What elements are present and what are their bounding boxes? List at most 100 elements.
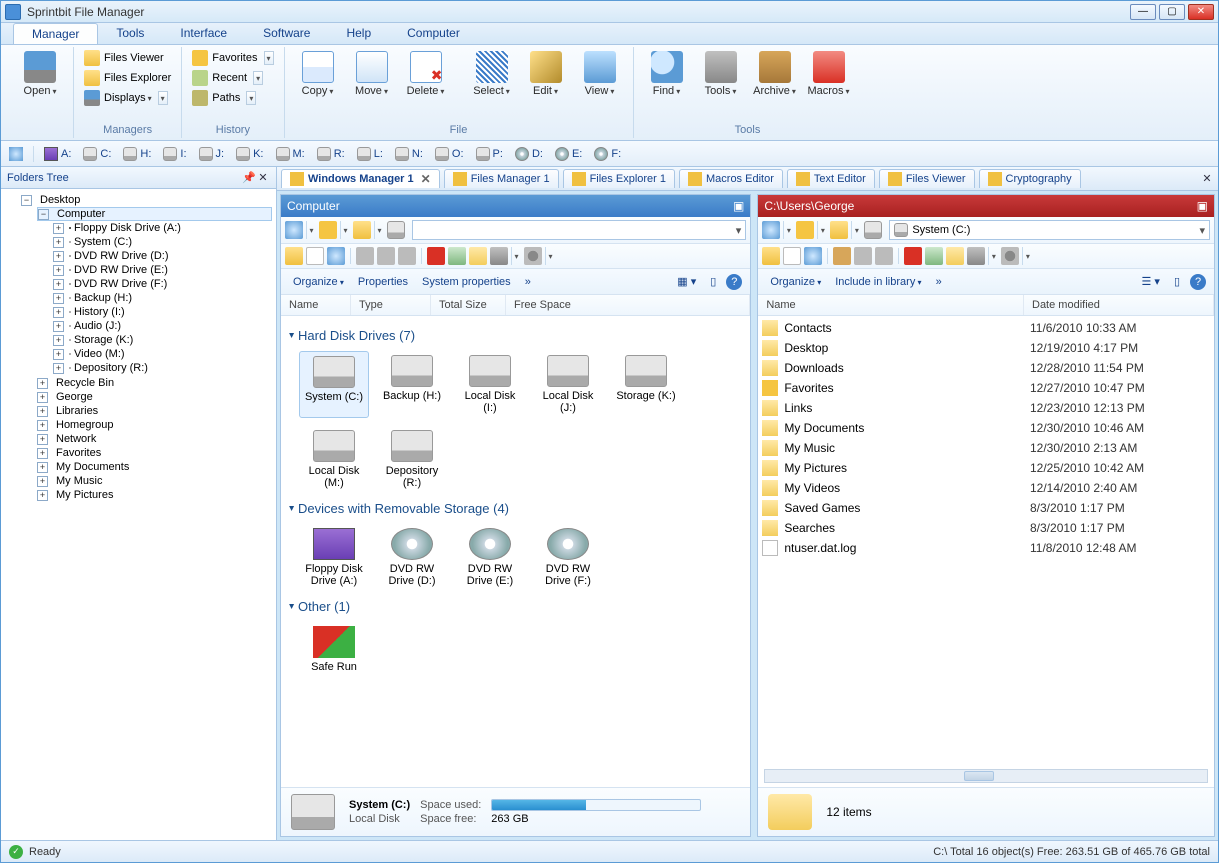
maximize-button[interactable]: ▢ xyxy=(1159,4,1185,20)
drive-strip-item[interactable]: H: xyxy=(121,145,153,163)
paste-icon[interactable] xyxy=(875,247,893,265)
drive-item[interactable]: Local Disk (M:) xyxy=(299,426,369,493)
find-button[interactable]: Find xyxy=(642,49,692,100)
dropdown-icon[interactable]: ▾ xyxy=(511,247,521,265)
view-button[interactable]: View xyxy=(575,49,625,100)
minimize-button[interactable]: — xyxy=(1130,4,1156,20)
tree-node-desktop[interactable]: −Desktop xyxy=(21,194,272,206)
more-button[interactable]: » xyxy=(932,274,946,290)
list-item[interactable]: My Music12/30/2010 2:13 AM xyxy=(758,438,1214,458)
drive-strip-item[interactable]: L: xyxy=(355,145,385,163)
paste-icon[interactable] xyxy=(398,247,416,265)
delete-button[interactable]: Delete xyxy=(401,49,451,100)
favorite-icon[interactable] xyxy=(319,221,337,239)
menu-tab-help[interactable]: Help xyxy=(328,23,389,44)
address-combo[interactable]: System (C:) xyxy=(889,220,1210,240)
right-pane-body[interactable]: Contacts11/6/2010 10:33 AMDesktop12/19/2… xyxy=(758,316,1214,769)
list-item[interactable]: Desktop12/19/2010 4:17 PM xyxy=(758,338,1214,358)
wrench-icon[interactable] xyxy=(967,247,985,265)
col-date[interactable]: Date modified xyxy=(1024,295,1214,315)
drive-item[interactable]: Depository (R:) xyxy=(377,426,447,493)
pane-options-icon[interactable]: ▣ xyxy=(733,199,744,213)
drive-icon[interactable] xyxy=(864,221,882,239)
list-item[interactable]: Contacts11/6/2010 10:33 AM xyxy=(758,318,1214,338)
tree-node[interactable]: +Homegroup xyxy=(37,419,272,431)
col-name[interactable]: Name xyxy=(758,295,1024,315)
tree-node[interactable]: +DVD RW Drive (D:) xyxy=(53,250,272,262)
delete-icon[interactable] xyxy=(904,247,922,265)
gear-icon[interactable] xyxy=(524,247,542,265)
tree-node[interactable]: +George xyxy=(37,391,272,403)
wrench-icon[interactable] xyxy=(490,247,508,265)
gear-icon[interactable] xyxy=(1001,247,1019,265)
drive-item[interactable]: DVD RW Drive (F:) xyxy=(533,524,603,591)
tree-node[interactable]: +My Pictures xyxy=(37,489,272,501)
macros-button[interactable]: Macros xyxy=(804,49,854,100)
drive-item[interactable]: Local Disk (I:) xyxy=(455,351,525,418)
recycle-icon[interactable] xyxy=(925,247,943,265)
doc-tab[interactable]: Files Manager 1 xyxy=(444,169,559,188)
cut-icon[interactable] xyxy=(833,247,851,265)
folder-action-icon[interactable] xyxy=(469,247,487,265)
new-file-icon[interactable] xyxy=(306,247,324,265)
copy-icon[interactable] xyxy=(854,247,872,265)
tree-node-computer[interactable]: −Computer xyxy=(37,207,272,221)
drive-item[interactable]: Storage (K:) xyxy=(611,351,681,418)
dropdown-icon[interactable]: ▾ xyxy=(158,91,168,105)
drive-strip-item[interactable]: O: xyxy=(433,145,466,163)
new-folder-icon[interactable] xyxy=(762,247,780,265)
drive-item[interactable]: Floppy Disk Drive (A:) xyxy=(299,524,369,591)
files-explorer-button[interactable]: Files Explorer xyxy=(82,69,173,87)
dropdown-icon[interactable]: ▾ xyxy=(783,221,793,239)
menu-tab-computer[interactable]: Computer xyxy=(389,23,478,44)
col-name[interactable]: Name xyxy=(281,295,351,315)
system-properties-button[interactable]: System properties xyxy=(418,274,515,290)
pin-button[interactable]: 📌 xyxy=(242,171,256,184)
drive-strip-item[interactable]: P: xyxy=(474,145,505,163)
drive-item[interactable]: System (C:) xyxy=(299,351,369,418)
tree-node[interactable]: +DVD RW Drive (F:) xyxy=(53,278,272,290)
preview-pane-button[interactable]: ▯ xyxy=(1170,273,1184,290)
col-type[interactable]: Type xyxy=(351,295,431,315)
tree-node[interactable]: +My Documents xyxy=(37,461,272,473)
tree-node[interactable]: +History (I:) xyxy=(53,306,272,318)
archive-button[interactable]: Archive xyxy=(750,49,800,100)
preview-pane-button[interactable]: ▯ xyxy=(706,273,720,290)
dropdown-icon[interactable]: ▾ xyxy=(851,221,861,239)
list-item[interactable]: My Pictures12/25/2010 10:42 AM xyxy=(758,458,1214,478)
drive-strip-item[interactable]: I: xyxy=(161,145,188,163)
list-item[interactable]: Searches8/3/2010 1:17 PM xyxy=(758,518,1214,538)
close-panel-button[interactable]: ✕ xyxy=(256,171,270,184)
tree-node[interactable]: +Video (M:) xyxy=(53,348,272,360)
tree-node[interactable]: +DVD RW Drive (E:) xyxy=(53,264,272,276)
scrollbar-horizontal[interactable] xyxy=(764,769,1208,783)
drive-strip-item[interactable]: K: xyxy=(234,145,265,163)
tree-node[interactable]: +Floppy Disk Drive (A:) xyxy=(53,222,272,234)
dropdown-icon[interactable]: ▾ xyxy=(306,221,316,239)
drive-strip-item[interactable]: C: xyxy=(81,145,113,163)
doc-tab[interactable]: Macros Editor xyxy=(679,169,783,188)
folders-tree[interactable]: −Desktop −Computer +Floppy Disk Drive (A… xyxy=(1,189,276,840)
drive-strip-item[interactable]: A: xyxy=(42,145,73,163)
close-tab-icon[interactable]: ✕ xyxy=(421,172,431,186)
files-viewer-button[interactable]: Files Viewer xyxy=(82,49,173,67)
recycle-icon[interactable] xyxy=(448,247,466,265)
tree-node[interactable]: +Storage (K:) xyxy=(53,334,272,346)
doc-tab[interactable]: Files Viewer xyxy=(879,169,975,188)
favorite-icon[interactable] xyxy=(796,221,814,239)
list-item[interactable]: ntuser.dat.log11/8/2010 12:48 AM xyxy=(758,538,1214,558)
drive-item[interactable]: Safe Run xyxy=(299,622,369,677)
paths-button[interactable]: Paths▾ xyxy=(190,89,275,107)
doc-tab[interactable]: Cryptography xyxy=(979,169,1081,188)
refresh-button[interactable] xyxy=(7,145,25,163)
organize-button[interactable]: Organize xyxy=(289,274,348,290)
displays-button[interactable]: Displays▾ xyxy=(82,89,173,107)
col-total[interactable]: Total Size xyxy=(431,295,506,315)
scrollbar-thumb[interactable] xyxy=(964,771,994,781)
tree-node[interactable]: +My Music xyxy=(37,475,272,487)
menu-tab-interface[interactable]: Interface xyxy=(162,23,245,44)
drive-strip-item[interactable]: R: xyxy=(315,145,347,163)
delete-icon[interactable] xyxy=(427,247,445,265)
dropdown-icon[interactable]: ▾ xyxy=(817,221,827,239)
open-button[interactable]: Open xyxy=(15,49,65,100)
